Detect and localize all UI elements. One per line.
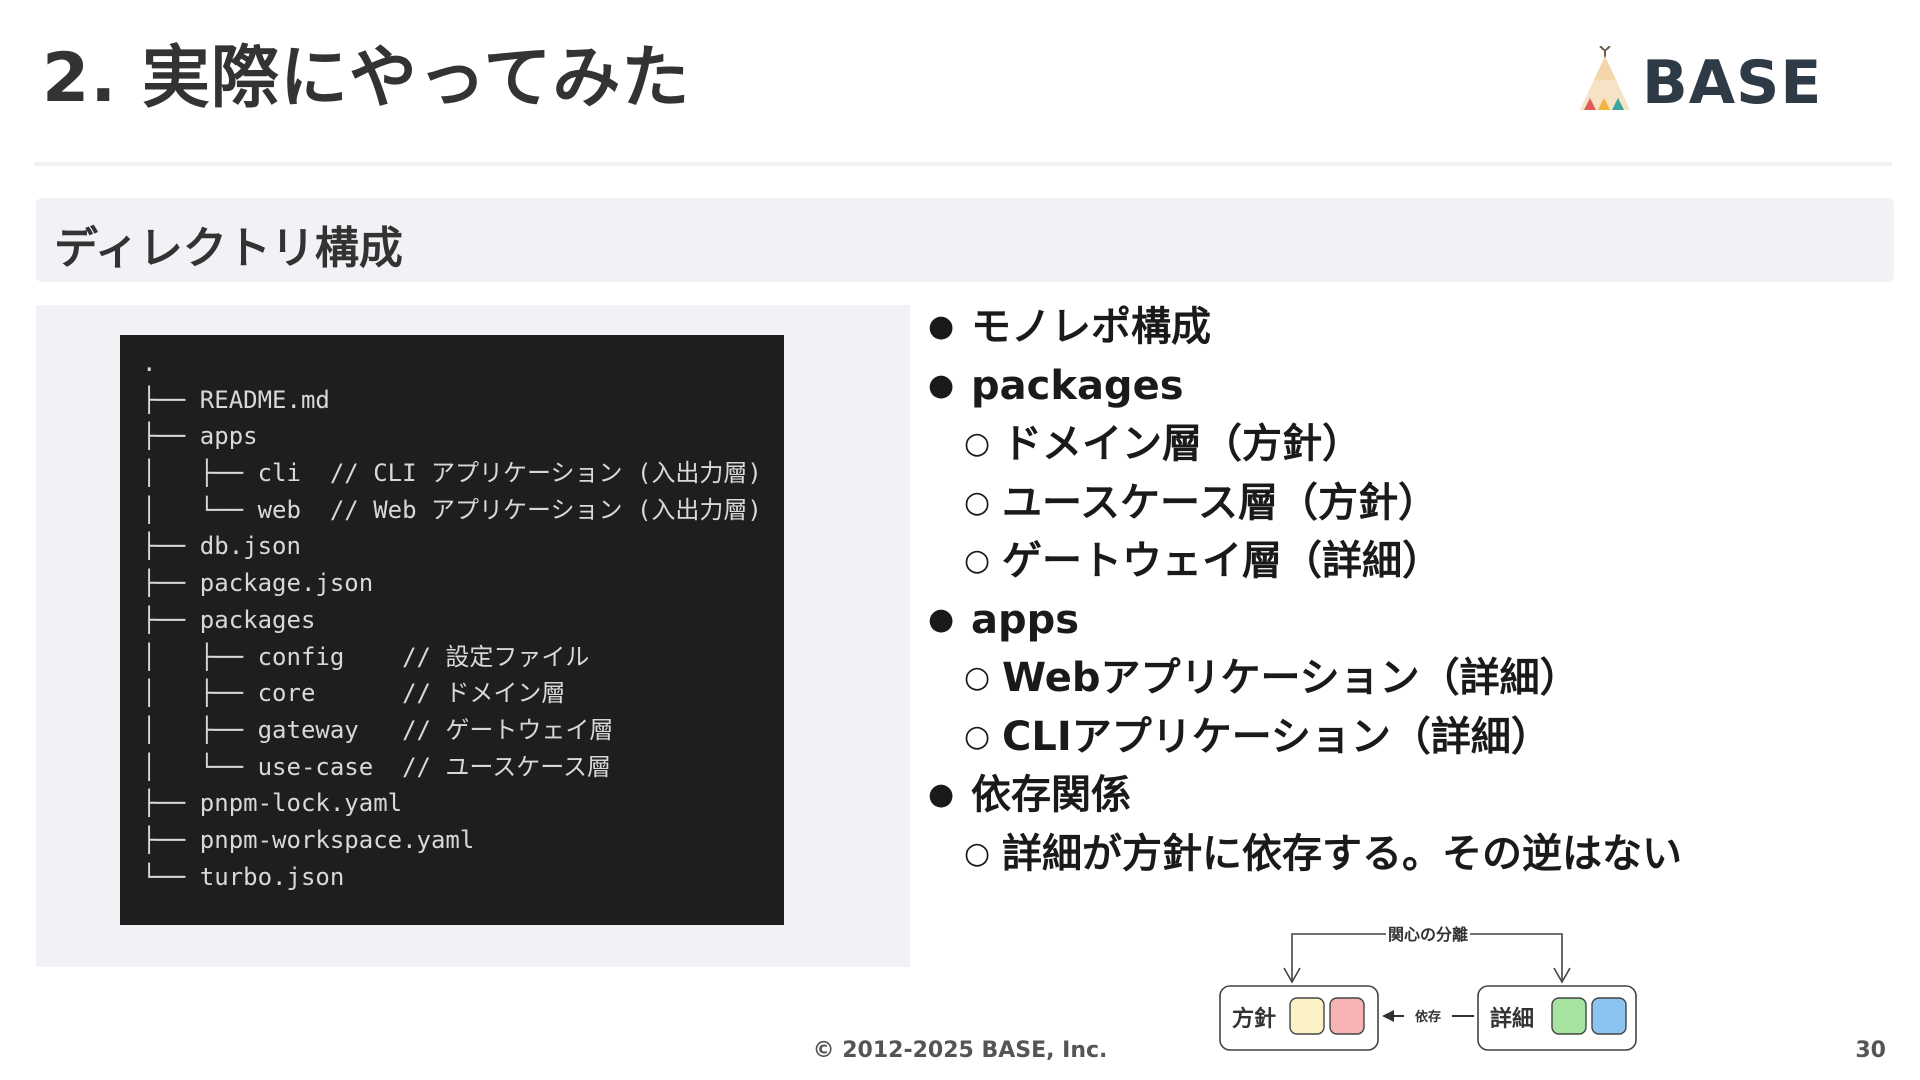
tree-line: ├── pnpm-lock.yaml (142, 789, 403, 818)
sub-bullet-item: ○ ゲートウェイ層（詳細） (928, 532, 1888, 591)
section-header: ディレクトリ構成 (36, 198, 1894, 282)
copyright: © 2012-2025 BASE, Inc. (812, 1038, 1108, 1063)
separation-bracket-right (1470, 933, 1563, 980)
tree-line: │ ├── config // 設定ファイル (142, 642, 590, 671)
tree-line: │ └── web // Web アプリケーション (入出力層) (142, 495, 762, 524)
tree-line: ├── pnpm-workspace.yaml (142, 825, 475, 854)
filled-bullet-icon: ● (928, 367, 955, 403)
dependency-diagram-svg: 関心の分離 方針 依存 詳細 (1219, 925, 1637, 1051)
filled-bullet-icon: ● (928, 777, 955, 812)
policy-swatch-yellow (1289, 997, 1325, 1035)
tree-line: │ └── use-case // ユースケース層 (142, 752, 612, 781)
sub-bullet-item: ○ CLIアプリケーション（詳細） (928, 708, 1888, 767)
hollow-bullet-icon: ○ (964, 660, 991, 695)
detail-box-label: 詳細 (1490, 1006, 1534, 1032)
page-number: 30 (1855, 1038, 1886, 1063)
tree-line: └── turbo.json (142, 862, 345, 891)
hollow-bullet-icon: ○ (964, 718, 991, 754)
separation-bracket-left (1291, 933, 1386, 980)
sub-bullet-item: ○ Webアプリケーション（詳細） (928, 649, 1888, 708)
title-divider (34, 162, 1892, 166)
tree-line: ├── package.json (142, 569, 374, 598)
bullet-text: モノレポ構成 (971, 304, 1211, 350)
detail-swatch-blue (1591, 997, 1627, 1035)
bullet-list: ● モノレポ構成 ● packages ○ ドメイン層（方針） ○ ユースケース層（方針） ○ ゲ… (928, 298, 1888, 883)
tree-line: . (142, 349, 157, 377)
bullet-text: ドメイン層（方針） (1002, 421, 1362, 467)
tree-line: ├── apps (142, 422, 258, 451)
directory-tree: . ├── README.md ├── apps │ ├── cli // CLI ア… (120, 335, 784, 895)
bullet-text: 詳細が方針に依存する。その逆はない (1002, 830, 1682, 877)
logo-text: BASE (1642, 48, 1823, 118)
dependency-arrow-icon (1382, 1010, 1394, 1022)
terminal-screenshot: . ├── README.md ├── apps │ ├── cli // CLI ア… (120, 335, 784, 925)
dependency-label: 依存 (1415, 1009, 1441, 1025)
bullet-text: ユースケース層（方針） (1002, 479, 1438, 526)
bullet-item: ● 依存関係 (928, 766, 1888, 825)
bullet-text: 依存関係 (971, 772, 1131, 818)
bullet-text: ゲートウェイ層（詳細） (1002, 538, 1442, 584)
tree-line: ├── packages (142, 605, 316, 634)
separation-label: 関心の分離 (1388, 925, 1468, 944)
bullet-text: Webアプリケーション（詳細） (1002, 655, 1580, 701)
tree-line: │ ├── gateway // ゲートウェイ層 (142, 715, 614, 744)
bullet-item: ● モノレポ構成 (928, 298, 1888, 357)
bullet-item: ● packages (928, 357, 1888, 416)
hollow-bullet-icon: ○ (964, 484, 991, 520)
detail-swatch-green (1551, 997, 1587, 1035)
bullet-text: CLIアプリケーション（詳細） (1002, 713, 1551, 760)
bullet-text: apps (971, 596, 1080, 643)
dependency-diagram: 関心の分離 方針 依存 詳細 (1212, 912, 1642, 1052)
tree-line: ├── README.md (142, 385, 330, 414)
filled-bullet-icon: ● (928, 601, 955, 637)
slide-title: 2. 実際にやってみた (42, 39, 691, 118)
sub-bullet-item: ○ ドメイン層（方針） (928, 415, 1888, 474)
tree-line: ├── db.json (142, 532, 301, 561)
filled-bullet-icon: ● (928, 309, 955, 344)
hollow-bullet-icon: ○ (964, 426, 991, 461)
tree-line: │ ├── core // ドメイン層 (142, 679, 566, 708)
tree-line: │ ├── cli // CLI アプリケーション (入出力層) (142, 459, 762, 488)
bullet-item: ● apps (928, 591, 1888, 650)
sub-bullet-item: ○ 詳細が方針に依存する。その逆はない (928, 825, 1888, 884)
policy-box-label: 方針 (1232, 1006, 1276, 1032)
hollow-bullet-icon: ○ (964, 835, 991, 871)
tent-logo-icon (1580, 45, 1630, 110)
bullet-text: packages (971, 362, 1184, 409)
base-logo: BASE (1576, 45, 1821, 118)
sub-bullet-item: ○ ユースケース層（方針） (928, 474, 1888, 533)
hollow-bullet-icon: ○ (964, 543, 991, 578)
directory-tree-panel: . ├── README.md ├── apps │ ├── cli // CLI ア… (36, 305, 910, 967)
section-label: ディレクトリ構成 (54, 223, 403, 274)
policy-swatch-red (1329, 997, 1365, 1035)
